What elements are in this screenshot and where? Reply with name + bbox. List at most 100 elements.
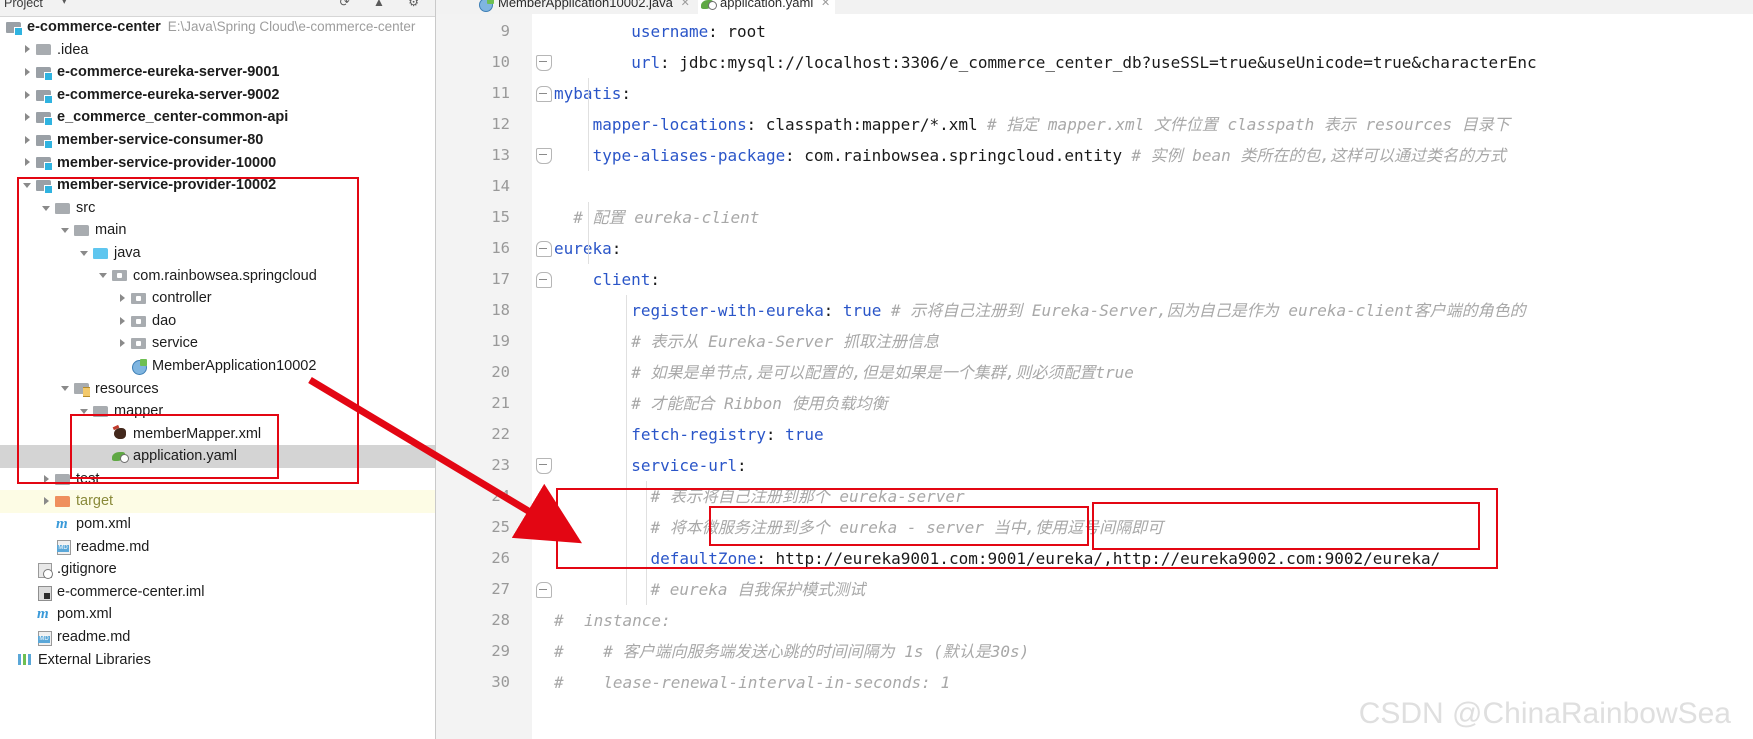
expand-arrow-icon[interactable] <box>23 44 34 55</box>
code-line[interactable]: 13 type-aliases-package: com.rainbowsea.s… <box>436 140 1753 171</box>
code-line[interactable]: 29 # # 客户端向服务端发送心跳的时间间隔为 1s (默认是30s) <box>436 636 1753 667</box>
chevron-down-icon[interactable]: ▾ <box>62 0 67 7</box>
tree-item-mapper[interactable]: mapper <box>0 400 435 423</box>
tree-item-pom-xml[interactable]: pom.xml <box>0 513 435 536</box>
tab-memberapplication10002-java[interactable]: MemberApplication10002.java ✕ <box>476 0 695 14</box>
project-tool-window: Project ▾ ⟳ ▲ ⚙ e-commerce-center E:\Java… <box>0 0 436 739</box>
line-number: 20 <box>491 363 510 381</box>
tree-item-resources[interactable]: resources <box>0 378 435 401</box>
fold-toggle-icon[interactable] <box>536 86 552 102</box>
code-line[interactable]: 19 # 表示从 Eureka-Server 抓取注册信息 <box>436 326 1753 357</box>
code-line[interactable]: 18 register-with-eureka: true # 示将自己注册到 E… <box>436 295 1753 326</box>
tab-application-yaml[interactable]: application.yaml ✕ <box>698 0 836 14</box>
code-line[interactable]: 15 # 配置 eureka-client <box>436 202 1753 233</box>
collapse-arrow-icon[interactable] <box>23 180 34 191</box>
expand-arrow-icon[interactable] <box>23 90 34 101</box>
expand-arrow-icon[interactable] <box>42 496 53 507</box>
code-line[interactable]: 11 mybatis: <box>436 78 1753 109</box>
tree-item-member-service-provider-10002[interactable]: member-service-provider-10002 <box>0 174 435 197</box>
tree-item-target[interactable]: target <box>0 490 435 514</box>
code-line[interactable]: 22 fetch-registry: true <box>436 419 1753 450</box>
project-tree[interactable]: e-commerce-center E:\Java\Spring Cloud\e-… <box>0 16 435 671</box>
tree-item-dao[interactable]: dao <box>0 310 435 333</box>
tree-item-service[interactable]: service <box>0 332 435 355</box>
code-token: root <box>727 22 766 41</box>
fold-toggle-icon[interactable] <box>536 241 552 257</box>
project-root-path: E:\Java\Spring Cloud\e-commerce-center <box>167 19 416 34</box>
tree-item-e-commerce-center-common-api[interactable]: e_commerce_center-common-api <box>0 106 435 129</box>
tree-item-e-commerce-eureka-server-9002[interactable]: e-commerce-eureka-server-9002 <box>0 84 435 107</box>
tree-item-pom-xml[interactable]: pom.xml <box>0 603 435 626</box>
line-number: 11 <box>491 84 510 102</box>
fold-toggle-icon[interactable] <box>536 582 552 598</box>
imlf-icon <box>36 585 53 601</box>
fold-toggle-icon[interactable] <box>536 458 552 474</box>
tree-item-src[interactable]: src <box>0 197 435 220</box>
close-icon[interactable]: ✕ <box>681 0 690 14</box>
code-line[interactable]: 28 # instance: <box>436 605 1753 636</box>
tree-item-test[interactable]: test <box>0 468 435 491</box>
expand-arrow-icon[interactable] <box>23 112 34 123</box>
tree-item-e-commerce-eureka-server-9001[interactable]: e-commerce-eureka-server-9001 <box>0 61 435 84</box>
project-panel-toolbar-icons[interactable]: ⟳ ▲ ⚙ <box>340 0 429 9</box>
tree-item-readme-md[interactable]: readme.md <box>0 536 435 559</box>
code-line[interactable]: 21 # 才能配合 Ribbon 使用负载均衡 <box>436 388 1753 419</box>
code-line[interactable]: 25 # 将本微服务注册到多个 eureka - server 当中,使用逗号间隔… <box>436 512 1753 543</box>
fold-toggle-icon[interactable] <box>536 55 552 71</box>
tree-item-gitignore[interactable]: .gitignore <box>0 558 435 581</box>
collapse-arrow-icon[interactable] <box>80 406 91 417</box>
expand-arrow-icon[interactable] <box>42 474 53 485</box>
expand-arrow-icon[interactable] <box>118 338 129 349</box>
expand-arrow-icon[interactable] <box>118 316 129 327</box>
tree-item-member-service-consumer-80[interactable]: member-service-consumer-80 <box>0 129 435 152</box>
code-line[interactable]: 10 url: jdbc:mysql://localhost:3306/e_com… <box>436 47 1753 78</box>
code-line[interactable]: 9 username: root <box>436 16 1753 47</box>
expand-arrow-icon[interactable] <box>23 135 34 146</box>
code-line[interactable]: 17 client: <box>436 264 1753 295</box>
tree-item-member-service-provider-10000[interactable]: member-service-provider-10000 <box>0 152 435 175</box>
collapse-arrow-icon[interactable] <box>99 270 110 281</box>
code-line[interactable]: 20 # 如果是单节点,是可以配置的,但是如果是一个集群,则必须配置true <box>436 357 1753 388</box>
tree-item-main[interactable]: main <box>0 219 435 242</box>
expand-arrow-icon[interactable] <box>118 293 129 304</box>
collapse-arrow-icon[interactable] <box>80 248 91 259</box>
code-line[interactable]: 26 defaultZone: http://eureka9001.com:900… <box>436 543 1753 574</box>
tree-item-controller[interactable]: controller <box>0 287 435 310</box>
project-panel-title: Project <box>4 0 43 10</box>
tree-item-label: MemberApplication10002 <box>152 357 317 374</box>
tree-item-idea[interactable]: .idea <box>0 39 435 62</box>
code-token: : <box>708 22 728 41</box>
collapse-arrow-icon[interactable] <box>61 383 72 394</box>
close-icon[interactable]: ✕ <box>821 0 830 14</box>
line-number: 26 <box>491 549 510 567</box>
tree-item-memberapplication10002[interactable]: MemberApplication10002 <box>0 355 435 378</box>
tree-item-java[interactable]: java <box>0 242 435 265</box>
fold-toggle-icon[interactable] <box>536 272 552 288</box>
tree-item-application-yaml[interactable]: application.yaml <box>0 445 435 468</box>
tree-item-e-commerce-center-iml[interactable]: e-commerce-center.iml <box>0 581 435 604</box>
fold-toggle-icon[interactable] <box>536 148 552 164</box>
code-line[interactable]: 24 # 表示将自己注册到那个 eureka-server <box>436 481 1753 512</box>
collapse-arrow-icon[interactable] <box>61 225 72 236</box>
tree-item-readme-md[interactable]: readme.md <box>0 626 435 649</box>
code-line[interactable]: 16 eureka: <box>436 233 1753 264</box>
maven-icon <box>55 513 72 536</box>
code-token: register-with-eureka <box>631 301 824 320</box>
module-icon <box>36 155 53 172</box>
expand-arrow-icon[interactable] <box>23 67 34 78</box>
code-line[interactable]: 12 mapper-locations: classpath:mapper/*.x… <box>436 109 1753 140</box>
code-line[interactable]: 14 <box>436 171 1753 202</box>
collapse-arrow-icon[interactable] <box>42 203 53 214</box>
code-line[interactable]: 23 service-url: <box>436 450 1753 481</box>
code-content[interactable]: 9 username: root 10 url: jdbc:mysql://local… <box>436 14 1753 739</box>
tree-item-external-libraries[interactable]: External Libraries <box>0 649 435 672</box>
javacls-icon <box>131 358 148 375</box>
tree-item-membermapper-xml[interactable]: memberMapper.xml <box>0 423 435 446</box>
code-line[interactable]: 30 # lease-renewal-interval-in-seconds: 1 <box>436 667 1753 698</box>
expand-arrow-icon[interactable] <box>23 157 34 168</box>
code-line[interactable]: 27 # eureka 自我保护模式测试 <box>436 574 1753 605</box>
code-token: fetch-registry <box>631 425 767 444</box>
code-token: : <box>660 53 680 72</box>
tree-item-root[interactable]: e-commerce-center E:\Java\Spring Cloud\e-… <box>0 16 435 39</box>
tree-item-com-rainbowsea-springcloud[interactable]: com.rainbowsea.springcloud <box>0 265 435 288</box>
